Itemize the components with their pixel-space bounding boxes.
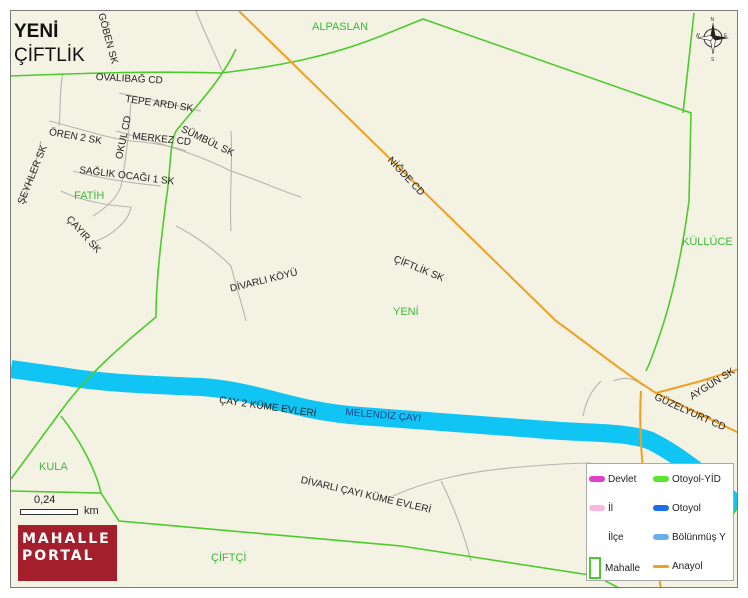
road-divarli xyxy=(175,225,247,322)
logo-line-1: MAHALLE xyxy=(22,531,111,547)
legend-swatch xyxy=(653,564,669,568)
boundary-kullüce xyxy=(682,12,695,114)
legend-item-mahalle: Mahalle xyxy=(589,556,640,580)
boundary-fatih-yeni xyxy=(11,48,237,480)
legend-label: Mahalle xyxy=(605,562,641,574)
compass-rose-icon: N E W S xyxy=(695,16,730,63)
neighborhood-label-kula: KULA xyxy=(39,461,68,473)
scale-bar: 0,24 km xyxy=(20,494,112,524)
boundary-ciftci xyxy=(100,492,619,587)
legend-item-ilce: İlçe xyxy=(589,530,624,544)
map-title: YENİ ÇİFTLİK xyxy=(14,20,85,68)
legend-label: Otoyol xyxy=(672,502,701,514)
map-legend: Devlet Otoyol-YİD İl Otoyol İlçe Bölünmü… xyxy=(586,463,734,581)
legend-swatch xyxy=(589,557,601,579)
mahalle-portal-logo[interactable]: MAHALLE PORTAL xyxy=(18,525,117,581)
compass-s: S xyxy=(711,57,715,62)
road-segment xyxy=(582,380,602,417)
legend-item-otoyol-yid: Otoyol-YİD xyxy=(653,472,721,486)
neighborhood-label-alpaslan: ALPASLAN xyxy=(312,21,369,33)
scale-unit: km xyxy=(84,505,99,517)
legend-swatch xyxy=(589,476,605,482)
legend-item-bolunmus-yol: Bölünmüş Y xyxy=(653,530,726,544)
neighborhood-label-ciftci: ÇİFTÇİ xyxy=(211,552,247,564)
road-segment xyxy=(58,72,64,127)
legend-item-otoyol: Otoyol xyxy=(653,501,701,515)
legend-label: İlçe xyxy=(608,531,624,543)
road-nigde xyxy=(238,11,737,434)
scale-value: 0,24 xyxy=(34,494,56,506)
legend-label: Devlet xyxy=(608,473,637,485)
legend-label: Otoyol-YİD xyxy=(672,473,721,485)
road-goben xyxy=(195,11,224,74)
legend-swatch xyxy=(589,505,605,511)
road-divarli-cayi xyxy=(392,462,592,497)
legend-item-devlet: Devlet xyxy=(589,472,636,486)
compass-w: W xyxy=(696,33,700,39)
legend-swatch xyxy=(589,534,605,540)
legend-label: İl xyxy=(608,502,613,514)
legend-label: Bölünmüş Y xyxy=(672,531,726,543)
title-line-1: YENİ xyxy=(14,21,59,42)
legend-swatch xyxy=(653,476,669,482)
legend-swatch xyxy=(653,505,669,511)
legend-swatch xyxy=(653,534,669,540)
neighborhood-label-kulluce: KÜLLÜCE xyxy=(682,236,733,248)
compass-n: N xyxy=(711,17,715,23)
logo-line-2: PORTAL xyxy=(22,548,95,564)
legend-label: Anayol xyxy=(672,560,703,572)
neighborhood-label-yeni: YENİ xyxy=(393,306,419,318)
neighborhood-label-fatih: FATİH xyxy=(74,190,105,202)
boundary-alpaslan-yeni xyxy=(11,18,692,372)
boundary-kula xyxy=(11,415,103,494)
legend-item-anayol: Anayol xyxy=(653,559,703,573)
road-segment xyxy=(440,480,472,562)
title-line-2: ÇİFTLİK xyxy=(14,45,85,66)
legend-item-il: İl xyxy=(589,501,613,515)
scale-bar-graphic xyxy=(20,509,78,515)
